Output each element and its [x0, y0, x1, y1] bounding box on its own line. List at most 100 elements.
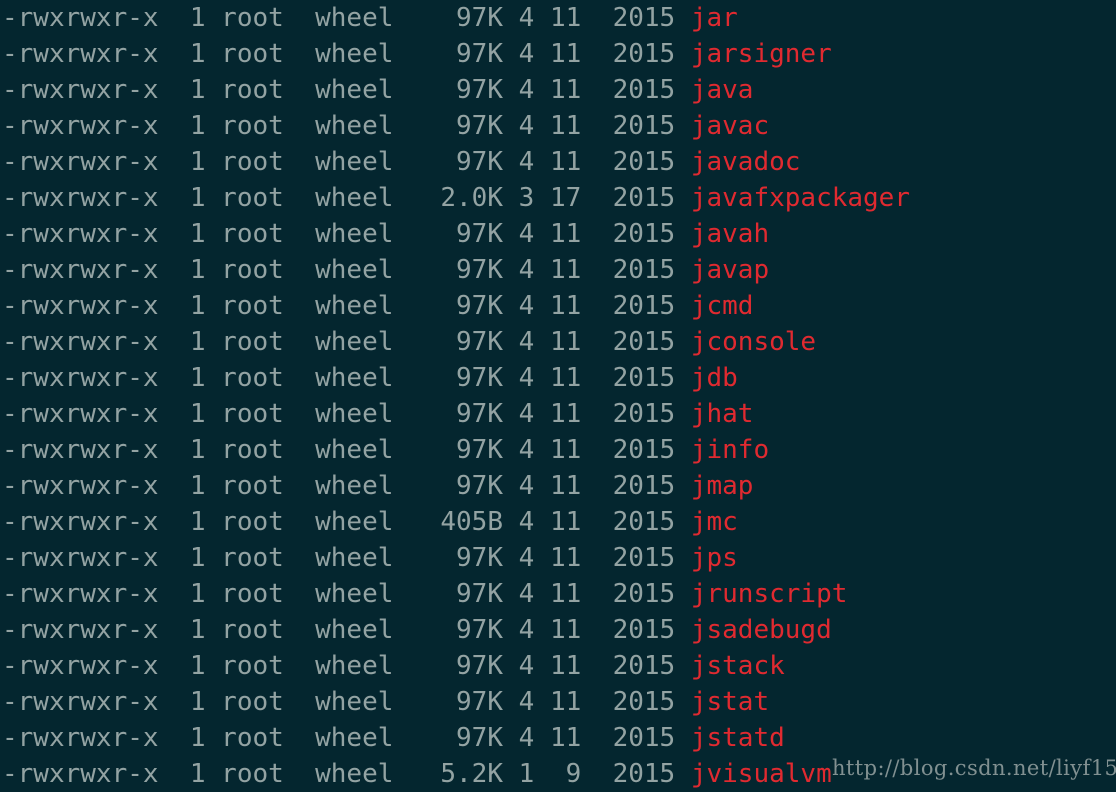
column-gap: [581, 363, 612, 393]
file-row[interactable]: -rwxrwxr-x 1 root wheel 97K 4 11 2015 jc…: [2, 288, 910, 324]
mod-day: 11: [549, 399, 582, 429]
column-gap: [581, 579, 612, 609]
file-row[interactable]: -rwxrwxr-x 1 root wheel 97K 4 11 2015 js…: [2, 720, 910, 756]
column-gap: [206, 183, 222, 213]
link-count: 1: [189, 759, 206, 789]
column-gap: [503, 723, 519, 753]
column-gap: [159, 183, 190, 213]
mod-day: 17: [549, 183, 582, 213]
column-gap: [206, 615, 222, 645]
file-permissions: -rwxrwxr-x: [2, 75, 159, 105]
file-name: jmap: [690, 471, 754, 501]
column-gap: [206, 507, 222, 537]
column-gap: [206, 75, 222, 105]
file-row[interactable]: -rwxrwxr-x 1 root wheel 97K 4 11 2015 jr…: [2, 576, 910, 612]
file-row[interactable]: -rwxrwxr-x 1 root wheel 97K 4 11 2015 jd…: [2, 360, 910, 396]
file-permissions: -rwxrwxr-x: [2, 615, 159, 645]
file-row[interactable]: -rwxrwxr-x 1 root wheel 97K 4 11 2015 js…: [2, 612, 910, 648]
file-owner: root: [221, 363, 284, 393]
file-group: wheel: [315, 75, 394, 105]
terminal-window[interactable]: -rwxrwxr-x 1 root wheel 97K 4 11 2015 ja…: [0, 0, 1116, 792]
file-row[interactable]: -rwxrwxr-x 1 root wheel 97K 4 11 2015 ja…: [2, 144, 910, 180]
mod-year: 2015: [612, 327, 676, 357]
mod-day: 11: [549, 219, 582, 249]
column-gap: [393, 3, 409, 33]
link-count: 1: [189, 39, 206, 69]
column-gap: [206, 39, 222, 69]
column-gap: [284, 183, 315, 213]
column-gap: [206, 471, 222, 501]
link-count: 1: [189, 255, 206, 285]
column-gap: [503, 183, 519, 213]
mod-month: 4: [518, 615, 535, 645]
file-row[interactable]: -rwxrwxr-x 1 root wheel 97K 4 11 2015 js…: [2, 684, 910, 720]
file-permissions: -rwxrwxr-x: [2, 111, 159, 141]
file-row[interactable]: -rwxrwxr-x 1 root wheel 97K 4 11 2015 ji…: [2, 432, 910, 468]
column-gap: [581, 111, 612, 141]
file-row[interactable]: -rwxrwxr-x 1 root wheel 405B 4 11 2015 j…: [2, 504, 910, 540]
file-row[interactable]: -rwxrwxr-x 1 root wheel 97K 4 11 2015 js…: [2, 648, 910, 684]
file-permissions: -rwxrwxr-x: [2, 363, 159, 393]
file-owner: root: [221, 579, 284, 609]
file-row[interactable]: -rwxrwxr-x 1 root wheel 97K 4 11 2015 jm…: [2, 468, 910, 504]
column-gap: [581, 435, 612, 465]
file-row[interactable]: -rwxrwxr-x 1 root wheel 5.2K 1 9 2015 jv…: [2, 756, 910, 792]
file-row[interactable]: -rwxrwxr-x 1 root wheel 97K 4 11 2015 jc…: [2, 324, 910, 360]
file-group: wheel: [315, 291, 394, 321]
file-row[interactable]: -rwxrwxr-x 1 root wheel 97K 4 11 2015 jp…: [2, 540, 910, 576]
column-gap: [581, 75, 612, 105]
mod-month: 1: [518, 759, 535, 789]
mod-month: 4: [518, 327, 535, 357]
link-count: 1: [189, 147, 206, 177]
column-gap: [534, 435, 550, 465]
mod-month: 4: [518, 39, 535, 69]
mod-year: 2015: [612, 363, 676, 393]
file-permissions: -rwxrwxr-x: [2, 759, 159, 789]
column-gap: [284, 111, 315, 141]
column-gap: [284, 39, 315, 69]
column-gap: [675, 291, 691, 321]
column-gap: [581, 39, 612, 69]
file-row[interactable]: -rwxrwxr-x 1 root wheel 97K 4 11 2015 ja…: [2, 252, 910, 288]
column-gap: [393, 111, 409, 141]
column-gap: [675, 507, 691, 537]
mod-year: 2015: [612, 471, 676, 501]
file-row[interactable]: -rwxrwxr-x 1 root wheel 97K 4 11 2015 ja…: [2, 216, 910, 252]
mod-day: 11: [549, 291, 582, 321]
mod-day: 11: [549, 507, 582, 537]
column-gap: [284, 327, 315, 357]
file-name: jvisualvm: [690, 759, 832, 789]
file-owner: root: [221, 471, 284, 501]
column-gap: [206, 579, 222, 609]
column-gap: [284, 579, 315, 609]
link-count: 1: [189, 111, 206, 141]
column-gap: [284, 723, 315, 753]
file-row[interactable]: -rwxrwxr-x 1 root wheel 97K 4 11 2015 ja…: [2, 72, 910, 108]
column-gap: [159, 543, 190, 573]
column-gap: [206, 687, 222, 717]
column-gap: [503, 651, 519, 681]
column-gap: [159, 147, 190, 177]
column-gap: [675, 399, 691, 429]
column-gap: [503, 435, 519, 465]
file-row[interactable]: -rwxrwxr-x 1 root wheel 97K 4 11 2015 ja…: [2, 108, 910, 144]
file-row[interactable]: -rwxrwxr-x 1 root wheel 2.0K 3 17 2015 j…: [2, 180, 910, 216]
column-gap: [675, 75, 691, 105]
file-owner: root: [221, 219, 284, 249]
column-gap: [581, 399, 612, 429]
file-size: 97K: [409, 615, 503, 645]
column-gap: [675, 111, 691, 141]
file-row[interactable]: -rwxrwxr-x 1 root wheel 97K 4 11 2015 ja…: [2, 36, 910, 72]
file-row[interactable]: -rwxrwxr-x 1 root wheel 97K 4 11 2015 ja…: [2, 0, 910, 36]
file-name: jar: [690, 3, 738, 33]
column-gap: [393, 147, 409, 177]
column-gap: [206, 759, 222, 789]
column-gap: [581, 543, 612, 573]
file-name: javac: [690, 111, 770, 141]
mod-month: 4: [518, 399, 535, 429]
mod-day: 11: [549, 579, 582, 609]
file-row[interactable]: -rwxrwxr-x 1 root wheel 97K 4 11 2015 jh…: [2, 396, 910, 432]
mod-month: 4: [518, 219, 535, 249]
file-owner: root: [221, 615, 284, 645]
column-gap: [581, 219, 612, 249]
